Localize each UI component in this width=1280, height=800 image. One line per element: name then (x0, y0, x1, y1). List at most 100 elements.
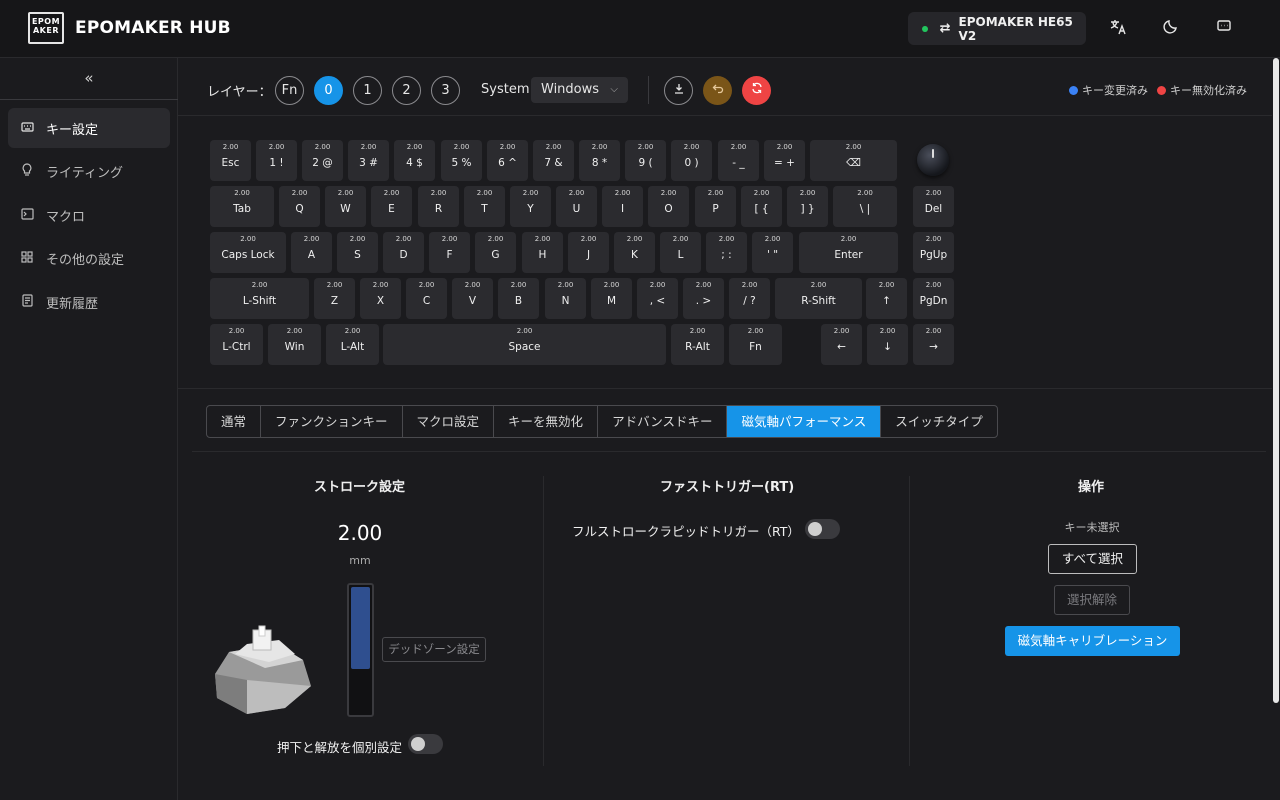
key-↑[interactable]: 2.00 ↑ (866, 278, 907, 319)
key-6-^[interactable]: 2.00 6 ^ (487, 140, 528, 181)
key-Q[interactable]: 2.00 Q (279, 186, 320, 227)
sidebar-item-update-history[interactable]: 更新履歴 (8, 282, 170, 322)
key-S[interactable]: 2.00 S (337, 232, 378, 273)
key---_[interactable]: 2.00 - _ (718, 140, 759, 181)
key-5-%[interactable]: 2.00 5 % (441, 140, 482, 181)
key-D[interactable]: 2.00 D (383, 232, 424, 273)
key-Y[interactable]: 2.00 Y (510, 186, 551, 227)
calibration-button[interactable]: 磁気軸キャリブレーション (1005, 626, 1180, 656)
key-PgUp[interactable]: 2.00 PgUp (913, 232, 954, 273)
key-↓[interactable]: 2.00 ↓ (867, 324, 908, 365)
key-,-<[interactable]: 2.00 , < (637, 278, 678, 319)
translate-icon[interactable] (1107, 18, 1129, 40)
key-L[interactable]: 2.00 L (660, 232, 701, 273)
key-O[interactable]: 2.00 O (648, 186, 689, 227)
layer-button-1[interactable]: 1 (353, 76, 382, 105)
separate-setting-toggle[interactable] (408, 734, 443, 754)
key-/-?[interactable]: 2.00 / ? (729, 278, 770, 319)
layer-button-0[interactable]: 0 (314, 76, 343, 105)
undo-button[interactable] (703, 76, 732, 105)
key-J[interactable]: 2.00 J (568, 232, 609, 273)
deselect-button[interactable]: 選択解除 (1054, 585, 1130, 615)
key-'-"[interactable]: 2.00 ' " (752, 232, 793, 273)
stroke-slider[interactable] (347, 583, 374, 717)
scrollbar[interactable] (1272, 58, 1280, 800)
key-Fn[interactable]: 2.00 Fn (729, 324, 782, 365)
key-]-}[interactable]: 2.00] } (787, 186, 828, 227)
key-2-@[interactable]: 2.00 2 @ (302, 140, 343, 181)
key-8-*[interactable]: 2.00 8 * (579, 140, 620, 181)
key-PgDn[interactable]: 2.00 PgDn (913, 278, 954, 319)
key-L-Ctrl[interactable]: 2.00 L-Ctrl (210, 324, 263, 365)
key-R-Alt[interactable]: 2.00 R-Alt (671, 324, 724, 365)
key-0-)[interactable]: 2.00 0 ) (671, 140, 712, 181)
deadzone-settings-button[interactable]: デッドゾーン設定 (382, 637, 486, 662)
key-U[interactable]: 2.00 U (556, 186, 597, 227)
key-7-&[interactable]: 2.00 7 & (533, 140, 574, 181)
key-L-Shift[interactable]: 2.00 L-Shift (210, 278, 309, 319)
tab-5[interactable]: 磁気軸パフォーマンス (727, 406, 882, 437)
tab-3[interactable]: キーを無効化 (494, 406, 599, 437)
tab-1[interactable]: ファンクションキー (261, 406, 403, 437)
layer-button-2[interactable]: 2 (392, 76, 421, 105)
key-B[interactable]: 2.00 B (498, 278, 539, 319)
full-stroke-rt-toggle[interactable] (805, 519, 840, 539)
key-I[interactable]: 2.00 I (602, 186, 643, 227)
key-A[interactable]: 2.00 A (291, 232, 332, 273)
key-X[interactable]: 2.00 X (360, 278, 401, 319)
key-⌫[interactable]: 2.00 ⌫ (810, 140, 897, 181)
key-F[interactable]: 2.00 F (429, 232, 470, 273)
device-selector[interactable]: ⇄ EPOMAKER HE65 V2 (908, 12, 1086, 45)
key-Tab[interactable]: 2.00 Tab (210, 186, 274, 227)
key-←[interactable]: 2.00 ← (821, 324, 862, 365)
key-Win[interactable]: 2.00 Win (268, 324, 321, 365)
reset-button[interactable] (742, 76, 771, 105)
key-=-+[interactable]: 2.00 = + (764, 140, 805, 181)
layer-button-fn[interactable]: Fn (275, 76, 304, 105)
tab-6[interactable]: スイッチタイプ (881, 406, 997, 437)
sidebar-item-macro[interactable]: マクロ (8, 195, 170, 235)
key-;-:[interactable]: 2.00 ; : (706, 232, 747, 273)
key-.->[interactable]: 2.00 . > (683, 278, 724, 319)
key-Esc[interactable]: 2.00 Esc (210, 140, 251, 181)
key-→[interactable]: 2.00 → (913, 324, 954, 365)
key-Space[interactable]: 2.00 Space (383, 324, 666, 365)
key-1-![interactable]: 2.00 1 ! (256, 140, 297, 181)
key-K[interactable]: 2.00 K (614, 232, 655, 273)
key-R-Shift[interactable]: 2.00 R-Shift (775, 278, 862, 319)
scrollbar-thumb[interactable] (1273, 58, 1279, 703)
key-Caps-Lock[interactable]: 2.00 Caps Lock (210, 232, 286, 273)
key-W[interactable]: 2.00 W (325, 186, 366, 227)
key-G[interactable]: 2.00 G (475, 232, 516, 273)
key-T[interactable]: 2.00 T (464, 186, 505, 227)
layer-button-3[interactable]: 3 (431, 76, 460, 105)
key-4-$[interactable]: 2.00 4 $ (394, 140, 435, 181)
key-Z[interactable]: 2.00 Z (314, 278, 355, 319)
tab-0[interactable]: 通常 (207, 406, 262, 437)
key-[-{[interactable]: 2.00 [ { (741, 186, 782, 227)
export-button[interactable] (664, 76, 693, 105)
sidebar-item-lighting[interactable]: ライティング (8, 151, 170, 191)
key-\-|[interactable]: 2.00 \ | (833, 186, 897, 227)
key-C[interactable]: 2.00 C (406, 278, 447, 319)
key-H[interactable]: 2.00 H (522, 232, 563, 273)
message-icon[interactable] (1213, 18, 1235, 40)
key-L-Alt[interactable]: 2.00 L-Alt (326, 324, 379, 365)
select-all-button[interactable]: すべて選択 (1048, 544, 1137, 574)
key-M[interactable]: 2.00 M (591, 278, 632, 319)
tab-2[interactable]: マクロ設定 (403, 406, 495, 437)
key-Del[interactable]: 2.00 Del (913, 186, 954, 227)
moon-icon[interactable] (1160, 18, 1182, 40)
os-select[interactable]: Windows ⌵ (531, 77, 628, 103)
key-3-#[interactable]: 2.00 3 # (348, 140, 389, 181)
rotary-knob[interactable] (917, 144, 949, 176)
key-P[interactable]: 2.00 P (695, 186, 736, 227)
sidebar-item-other-settings[interactable]: その他の設定 (8, 238, 170, 278)
sidebar-item-key-settings[interactable]: キー設定 (8, 108, 170, 148)
key-V[interactable]: 2.00 V (452, 278, 493, 319)
tab-4[interactable]: アドバンスドキー (598, 406, 728, 437)
key-N[interactable]: 2.00 N (545, 278, 586, 319)
key-9-([interactable]: 2.00 9 ( (625, 140, 666, 181)
key-R[interactable]: 2.00 R (418, 186, 459, 227)
key-Enter[interactable]: 2.00 Enter (799, 232, 898, 273)
